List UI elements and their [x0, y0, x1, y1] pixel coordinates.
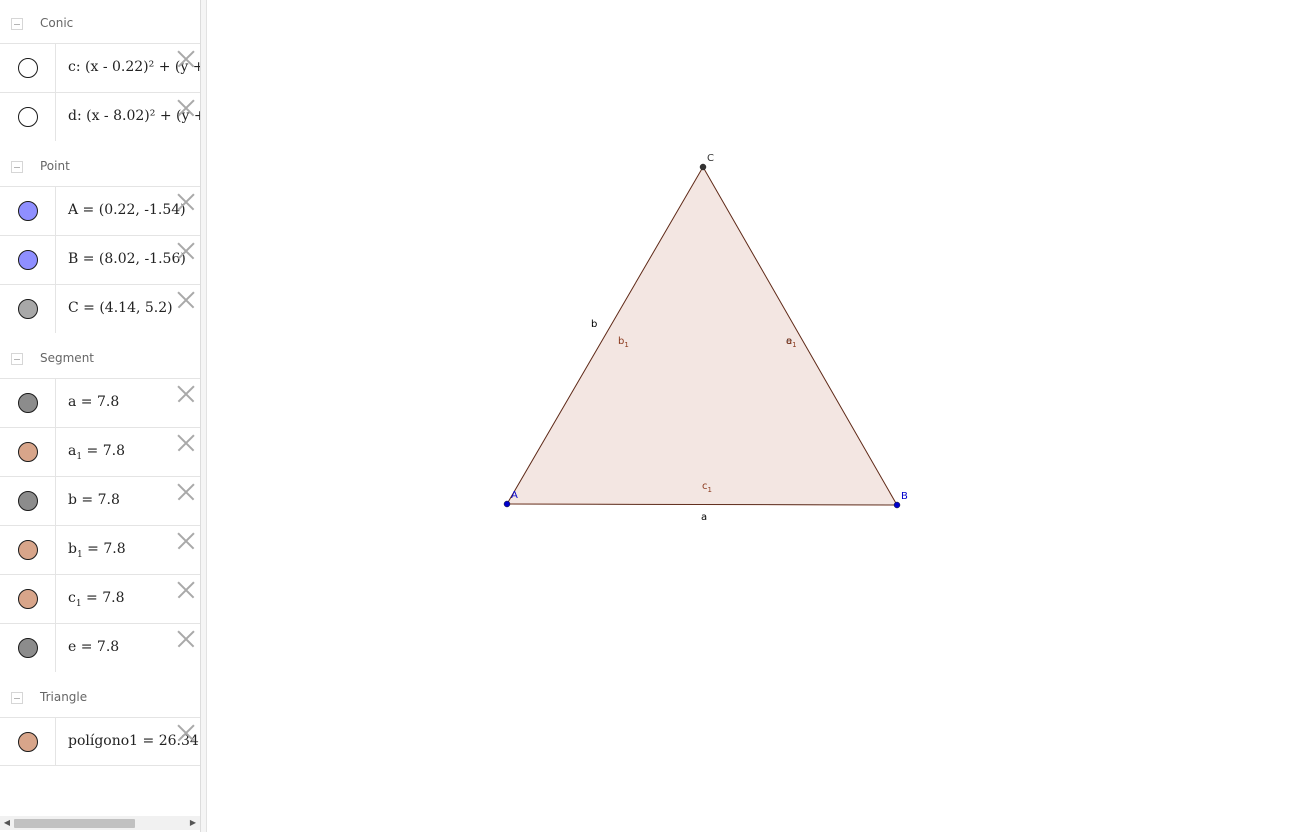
algebra-row-poligono1[interactable]: polígono1 = 26.34: [0, 717, 200, 766]
algebra-expression[interactable]: c1 = 7.8: [68, 590, 124, 609]
label-segment-a: a: [701, 512, 707, 523]
label-point-A: A: [511, 490, 518, 501]
algebra-view: Conic c: (x - 0.22)² + (y + 1.54)² = 60.…: [0, 0, 200, 832]
algebra-row-e[interactable]: e = 7.8: [0, 623, 200, 672]
algebra-expression[interactable]: e = 7.8: [68, 639, 119, 658]
visibility-marble[interactable]: [18, 58, 38, 78]
point-B[interactable]: [893, 501, 901, 509]
algebra-expression[interactable]: C = (4.14, 5.2): [68, 300, 173, 316]
collapse-conic-button[interactable]: [11, 18, 23, 30]
group-label-segment: Segment: [40, 351, 94, 365]
label-subscript: 1: [624, 341, 628, 349]
visibility-marble[interactable]: [18, 299, 38, 319]
visibility-marble[interactable]: [18, 393, 38, 413]
delete-icon[interactable]: [177, 483, 195, 501]
visibility-marble[interactable]: [18, 201, 38, 221]
collapse-point-button[interactable]: [11, 161, 23, 173]
delete-icon[interactable]: [177, 581, 195, 599]
algebra-row-c1[interactable]: c1 = 7.8: [0, 574, 200, 623]
visibility-marble[interactable]: [18, 732, 38, 752]
algebra-row-a1[interactable]: a1 = 7.8: [0, 427, 200, 476]
algebra-row-c[interactable]: c: (x - 0.22)² + (y + 1.54)² = 60.84: [0, 43, 200, 92]
delete-icon[interactable]: [177, 242, 195, 260]
algebra-expression[interactable]: A = (0.22, -1.54): [68, 202, 186, 218]
visibility-marble[interactable]: [18, 540, 38, 560]
label-point-B: B: [901, 491, 908, 502]
delete-icon[interactable]: [177, 724, 195, 742]
horizontal-scrollbar[interactable]: ◀ ▶: [0, 816, 200, 830]
algebra-expression[interactable]: b = 7.8: [68, 492, 120, 511]
algebra-row-C[interactable]: C = (4.14, 5.2): [0, 284, 200, 333]
view-splitter[interactable]: [200, 0, 207, 832]
delete-icon[interactable]: [177, 291, 195, 309]
delete-icon[interactable]: [177, 99, 195, 117]
point-A[interactable]: [503, 500, 511, 508]
delete-icon[interactable]: [177, 532, 195, 550]
group-label-point: Point: [40, 159, 70, 173]
delete-icon[interactable]: [177, 193, 195, 211]
group-header-segment: Segment: [0, 338, 200, 378]
graphics-view[interactable]: A B C a b e a1 b1 c1: [207, 0, 1298, 832]
algebra-expression[interactable]: a = 7.8: [68, 394, 119, 413]
scroll-right-arrow-icon[interactable]: ▶: [187, 816, 199, 830]
algebra-row-A[interactable]: A = (0.22, -1.54): [0, 186, 200, 235]
point-C[interactable]: [699, 163, 707, 171]
label-point-C: C: [707, 153, 714, 164]
group-header-point: Point: [0, 146, 200, 186]
visibility-marble[interactable]: [18, 589, 38, 609]
visibility-marble[interactable]: [18, 107, 38, 127]
label-subscript: 1: [792, 341, 796, 349]
delete-icon[interactable]: [177, 630, 195, 648]
delete-icon[interactable]: [177, 385, 195, 403]
scroll-left-arrow-icon[interactable]: ◀: [1, 816, 13, 830]
algebra-row-d[interactable]: d: (x - 8.02)² + (y + 1.56)² = 60.84: [0, 92, 200, 141]
algebra-row-B[interactable]: B = (8.02, -1.56): [0, 235, 200, 284]
group-label-conic: Conic: [40, 16, 74, 30]
algebra-expression[interactable]: b1 = 7.8: [68, 541, 126, 560]
visibility-marble[interactable]: [18, 491, 38, 511]
algebra-expression[interactable]: B = (8.02, -1.56): [68, 251, 186, 267]
visibility-marble[interactable]: [18, 638, 38, 658]
group-header-conic: Conic: [0, 3, 200, 43]
algebra-expression[interactable]: a1 = 7.8: [68, 443, 125, 462]
group-header-triangle: Triangle: [0, 677, 200, 717]
group-label-triangle: Triangle: [40, 690, 88, 704]
triangle-poligono1[interactable]: [507, 167, 897, 505]
algebra-row-b1[interactable]: b1 = 7.8: [0, 525, 200, 574]
visibility-marble[interactable]: [18, 442, 38, 462]
algebra-row-b[interactable]: b = 7.8: [0, 476, 200, 525]
collapse-triangle-button[interactable]: [11, 692, 23, 704]
collapse-segment-button[interactable]: [11, 353, 23, 365]
graphics-canvas[interactable]: A B C a b e a1 b1 c1: [207, 0, 1298, 832]
algebra-row-a[interactable]: a = 7.8: [0, 378, 200, 427]
scrollbar-thumb[interactable]: [14, 819, 135, 828]
delete-icon[interactable]: [177, 434, 195, 452]
label-subscript: 1: [708, 486, 712, 494]
label-segment-b: b: [591, 319, 597, 330]
visibility-marble[interactable]: [18, 250, 38, 270]
delete-icon[interactable]: [177, 50, 195, 68]
